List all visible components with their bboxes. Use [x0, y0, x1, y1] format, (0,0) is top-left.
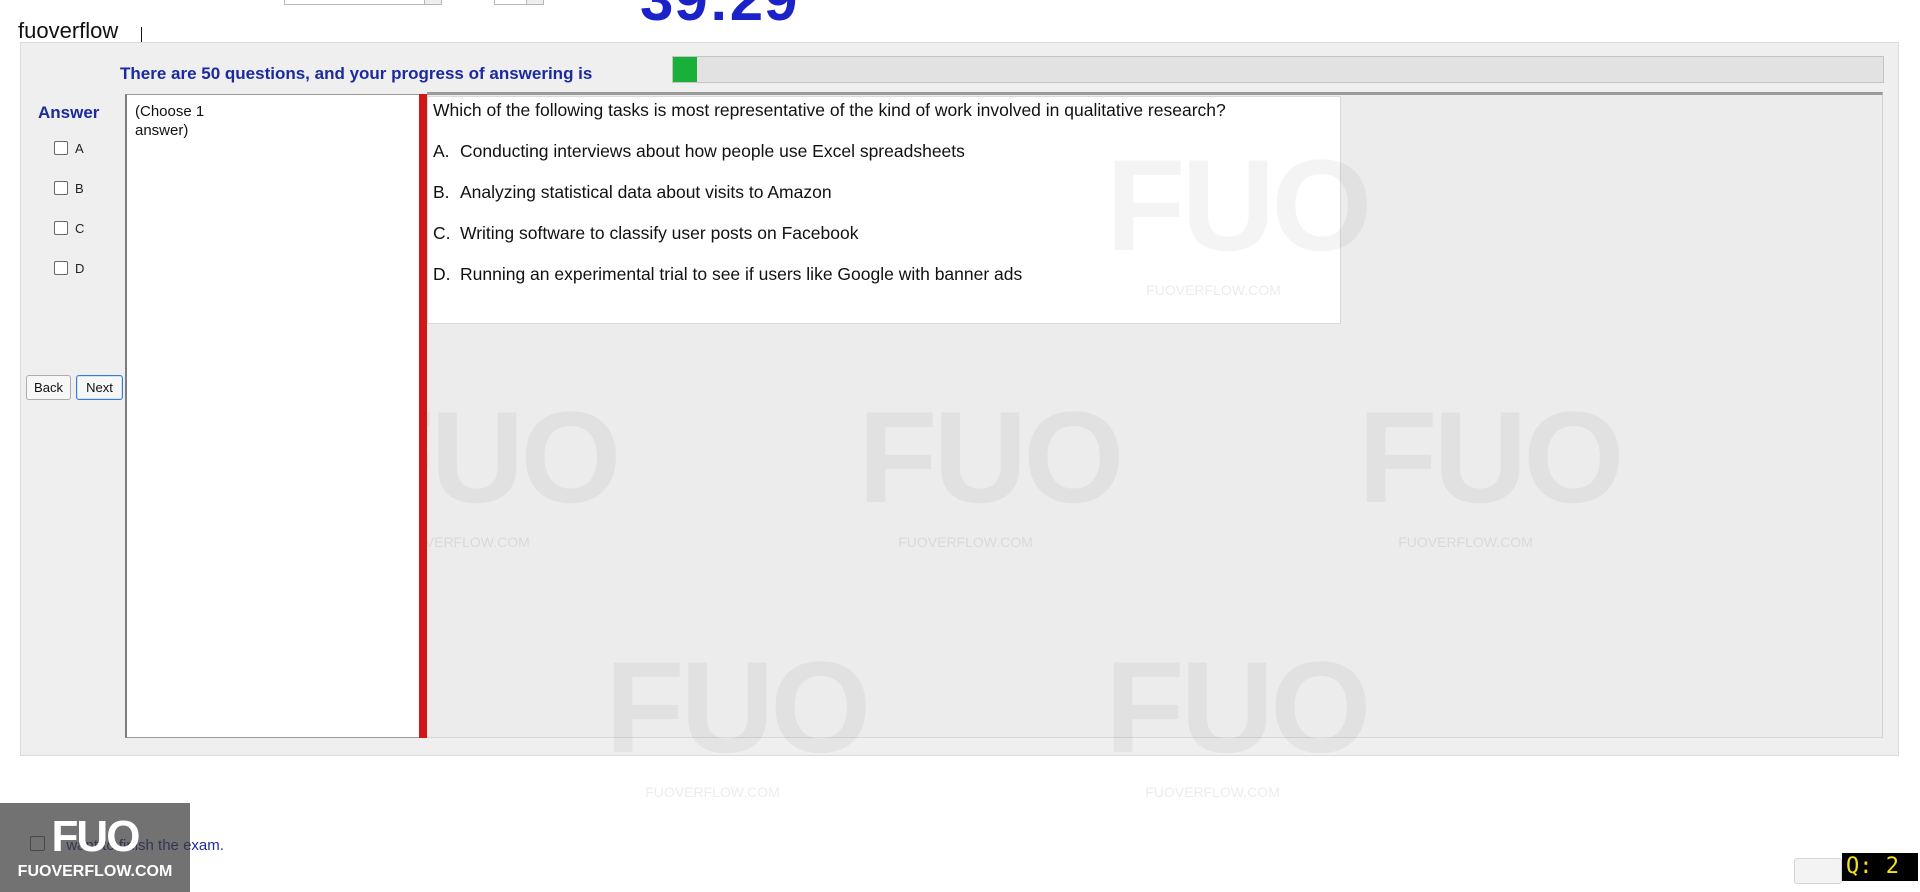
exam-timer: 39:29	[640, 0, 798, 30]
choice-d: D. Running an experimental trial to see i…	[433, 264, 1022, 285]
progress-bar-fill	[673, 57, 698, 82]
choice-c: C. Writing software to classify user post…	[433, 223, 858, 244]
choice-text: Analyzing statistical data about visits …	[460, 182, 832, 202]
brand-badge: FUO FUOVERFLOW.COM	[0, 803, 190, 892]
choice-a: A. Conducting interviews about how people…	[433, 141, 965, 162]
next-button[interactable]: Next	[76, 375, 123, 400]
watermark-site: FUOVERFLOW.COM	[1145, 784, 1280, 800]
choice-letter: D.	[433, 264, 451, 284]
progress-bar	[672, 56, 1884, 83]
finish-button[interactable]	[1794, 858, 1842, 884]
answer-checkbox-b[interactable]	[54, 181, 68, 195]
answer-checkbox-c[interactable]	[54, 221, 68, 235]
pane-divider[interactable]	[419, 94, 427, 738]
answer-checkbox-a[interactable]	[54, 141, 68, 155]
choice-letter: A.	[433, 141, 450, 161]
choose-note: (Choose 1 answer)	[135, 103, 205, 139]
answer-option-b[interactable]: B	[54, 178, 84, 198]
header-select-small[interactable]	[494, 0, 544, 5]
question-box	[427, 96, 1341, 324]
choice-text: Conducting interviews about how people u…	[460, 141, 965, 161]
progress-label: There are 50 questions, and your progres…	[120, 64, 593, 83]
site-name: fuoverflow	[18, 18, 119, 43]
watermark-site: FUOVERFLOW.COM	[645, 784, 780, 800]
choice-b: B. Analyzing statistical data about visit…	[433, 182, 832, 203]
answer-list-pane	[125, 94, 420, 738]
answer-checkbox-d[interactable]	[54, 261, 68, 275]
brand-logo: FUO	[51, 811, 141, 861]
back-button[interactable]: Back	[26, 375, 71, 400]
answer-option-label[interactable]: A	[75, 141, 84, 156]
choice-text: Writing software to classify user posts …	[460, 223, 859, 243]
answer-option-a[interactable]: A	[54, 138, 84, 158]
answer-option-d[interactable]: D	[54, 258, 84, 278]
answer-option-label[interactable]: D	[75, 261, 84, 276]
header-select[interactable]	[284, 0, 442, 5]
question-text: Which of the following tasks is most rep…	[433, 100, 1226, 120]
dropdown-arrow-icon[interactable]	[526, 0, 543, 4]
answer-option-label[interactable]: C	[75, 221, 84, 236]
answer-option-label[interactable]: B	[75, 181, 84, 196]
question-counter: Q: 2	[1842, 853, 1918, 881]
dropdown-arrow-icon[interactable]	[424, 0, 441, 4]
choice-letter: B.	[433, 182, 450, 202]
choice-letter: C.	[433, 223, 451, 243]
answer-heading: Answer	[38, 103, 100, 122]
answer-option-c[interactable]: C	[54, 218, 84, 238]
brand-url: FUOVERFLOW.COM	[17, 862, 173, 880]
choice-text: Running an experimental trial to see if …	[460, 264, 1023, 284]
